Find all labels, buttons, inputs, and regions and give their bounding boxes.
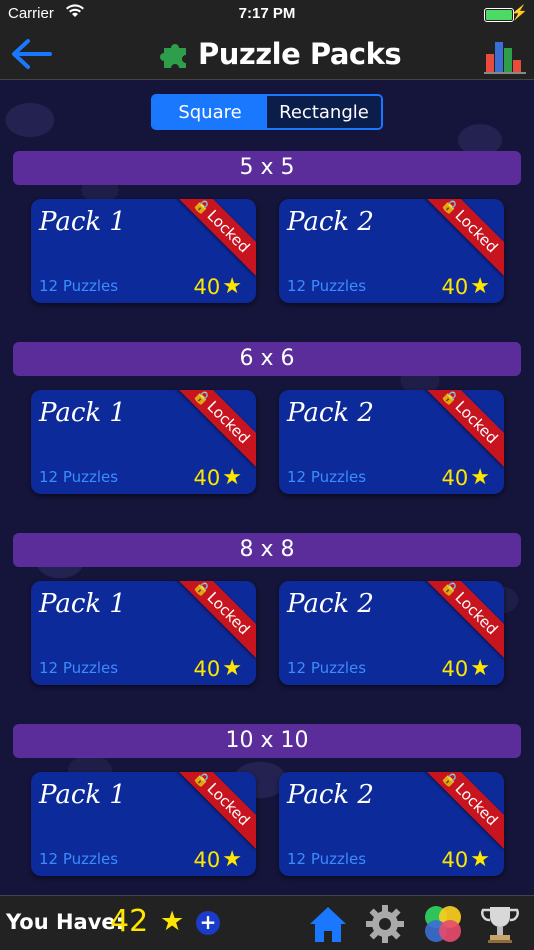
pack-cost: 40 ★ — [442, 465, 490, 490]
star-icon: ★ — [222, 847, 242, 872]
pack-cost-value: 40 — [441, 274, 469, 299]
locked-ribbon: 🔒Locked — [171, 772, 256, 849]
locked-ribbon: 🔒Locked — [171, 581, 256, 658]
pack-card[interactable]: Pack 1 🔒Locked 12 Puzzles 40 ★ — [31, 772, 256, 876]
section-header: 10 x 10 — [13, 724, 521, 758]
pack-cost: 40 ★ — [194, 656, 242, 681]
puzzle-piece-icon — [160, 44, 186, 68]
pack-card[interactable]: Pack 2 🔒Locked 12 Puzzles 40 ★ — [279, 390, 504, 494]
you-have-label: You Have: — [6, 910, 125, 934]
home-icon[interactable] — [306, 903, 350, 945]
pack-title: Pack 1 — [39, 780, 126, 810]
pack-cost: 40 ★ — [194, 274, 242, 299]
segment-rectangle[interactable]: Rectangle — [267, 96, 381, 128]
pack-cost: 40 ★ — [442, 656, 490, 681]
locked-ribbon: 🔒Locked — [419, 581, 504, 658]
pack-cost: 40 ★ — [194, 847, 242, 872]
bar-chart-icon[interactable] — [484, 36, 526, 74]
locked-label: Locked — [451, 397, 502, 448]
pack-title: Pack 2 — [287, 589, 374, 619]
locked-label: Locked — [451, 206, 502, 257]
star-icon: ★ — [222, 274, 242, 299]
charging-icon: ⚡ — [510, 4, 528, 20]
trophy-icon[interactable] — [478, 903, 522, 945]
pack-title: Pack 2 — [287, 207, 374, 237]
locked-ribbon: 🔒Locked — [419, 772, 504, 849]
star-icon: ★ — [222, 465, 242, 490]
pack-title: Pack 1 — [39, 398, 126, 428]
gear-icon[interactable] — [363, 903, 407, 945]
pack-title: Pack 2 — [287, 398, 374, 428]
locked-ribbon: 🔒Locked — [419, 199, 504, 276]
pack-cost: 40 ★ — [194, 465, 242, 490]
pack-card[interactable]: Pack 1 🔒Locked 12 Puzzles 40 ★ — [31, 199, 256, 303]
section-header: 5 x 5 — [13, 151, 521, 185]
star-balance: 42 — [110, 904, 149, 939]
pack-cost-value: 40 — [193, 847, 221, 872]
pack-cost: 40 ★ — [442, 274, 490, 299]
battery-icon — [484, 8, 514, 22]
pack-title: Pack 1 — [39, 207, 126, 237]
star-icon: ★ — [160, 906, 185, 937]
bottom-toolbar: You Have: 42 ★ + — [0, 895, 534, 950]
locked-ribbon: 🔒Locked — [419, 390, 504, 467]
game-center-icon[interactable] — [420, 903, 464, 945]
locked-label: Locked — [203, 588, 254, 639]
clock: 7:17 PM — [238, 5, 296, 22]
pack-title: Pack 2 — [287, 780, 374, 810]
nav-bar: Puzzle Packs — [0, 30, 534, 80]
grid-shape-segmented-control: Square Rectangle — [151, 94, 383, 130]
pack-cost-value: 40 — [441, 656, 469, 681]
locked-ribbon: 🔒Locked — [171, 390, 256, 467]
locked-label: Locked — [203, 206, 254, 257]
locked-label: Locked — [451, 779, 502, 830]
puzzle-count: 12 Puzzles — [39, 468, 119, 486]
pack-cost-value: 40 — [193, 656, 221, 681]
puzzle-count: 12 Puzzles — [287, 468, 367, 486]
puzzle-count: 12 Puzzles — [39, 659, 119, 677]
pack-cost-value: 40 — [193, 465, 221, 490]
pack-card[interactable]: Pack 2 🔒Locked 12 Puzzles 40 ★ — [279, 199, 504, 303]
locked-label: Locked — [203, 397, 254, 448]
pack-card[interactable]: Pack 1 🔒Locked 12 Puzzles 40 ★ — [31, 581, 256, 685]
star-icon: ★ — [470, 465, 490, 490]
pack-title: Pack 1 — [39, 589, 126, 619]
star-icon: ★ — [470, 847, 490, 872]
pack-cost-value: 40 — [193, 274, 221, 299]
star-icon: ★ — [470, 274, 490, 299]
section-header: 8 x 8 — [13, 533, 521, 567]
locked-label: Locked — [451, 588, 502, 639]
puzzle-count: 12 Puzzles — [287, 850, 367, 868]
puzzle-count: 12 Puzzles — [39, 277, 119, 295]
plus-icon[interactable]: + — [196, 911, 220, 935]
pack-card[interactable]: Pack 2 🔒Locked 12 Puzzles 40 ★ — [279, 772, 504, 876]
star-icon: ★ — [470, 656, 490, 681]
segment-square[interactable]: Square — [153, 96, 267, 128]
puzzle-count: 12 Puzzles — [39, 850, 119, 868]
pack-cost-value: 40 — [441, 465, 469, 490]
page-title-text: Puzzle Packs — [198, 37, 402, 71]
star-icon: ★ — [222, 656, 242, 681]
status-bar: Carrier 7:17 PM ⚡ — [0, 0, 534, 30]
puzzle-count: 12 Puzzles — [287, 659, 367, 677]
back-arrow-icon[interactable] — [8, 36, 54, 72]
pack-cost-value: 40 — [441, 847, 469, 872]
pack-cost: 40 ★ — [442, 847, 490, 872]
pack-card[interactable]: Pack 1 🔒Locked 12 Puzzles 40 ★ — [31, 390, 256, 494]
locked-label: Locked — [203, 779, 254, 830]
section-header: 6 x 6 — [13, 342, 521, 376]
pack-card[interactable]: Pack 2 🔒Locked 12 Puzzles 40 ★ — [279, 581, 504, 685]
puzzle-count: 12 Puzzles — [287, 277, 367, 295]
page-title: Puzzle Packs — [160, 34, 402, 74]
locked-ribbon: 🔒Locked — [171, 199, 256, 276]
